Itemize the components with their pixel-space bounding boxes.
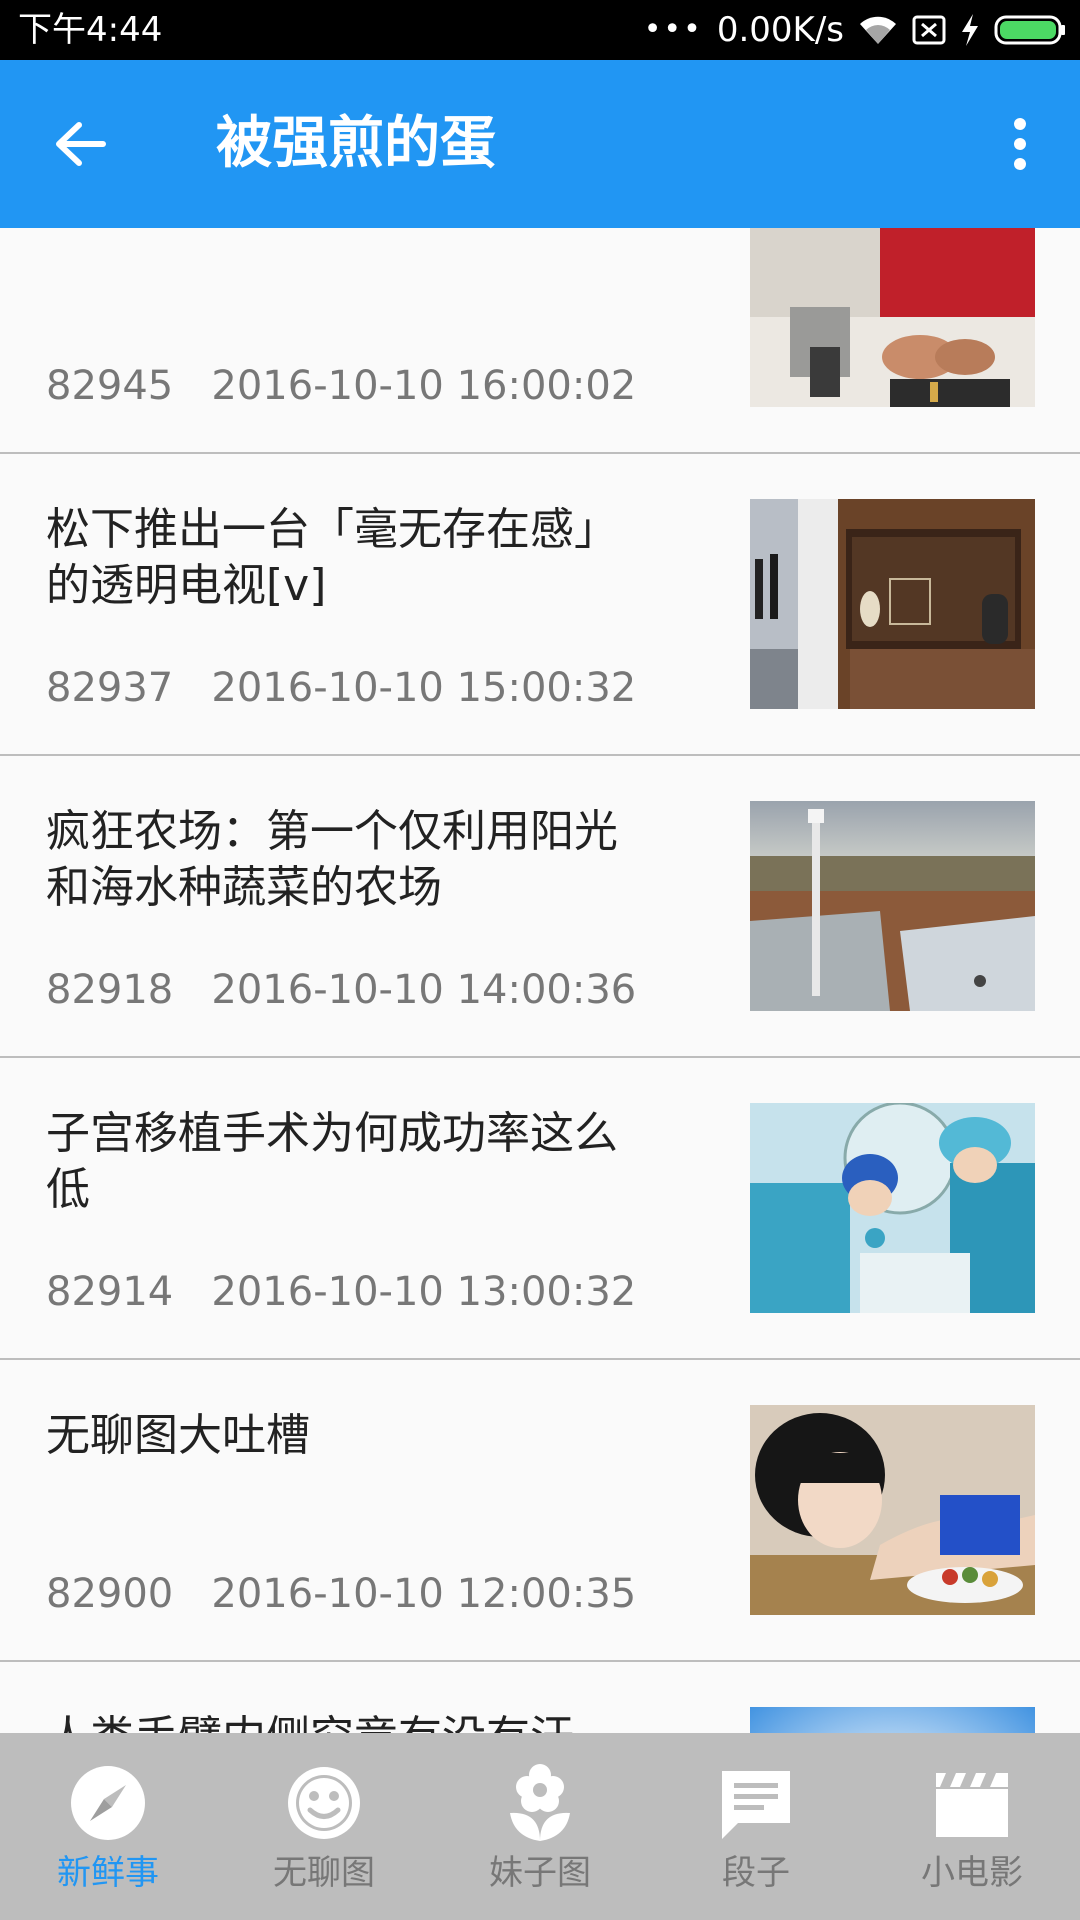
post-id: 82900 <box>46 1571 174 1617</box>
wifi-icon <box>858 14 898 46</box>
smiley-icon <box>284 1763 364 1843</box>
girl-photo <box>750 1405 1035 1615</box>
battery-icon <box>994 14 1066 46</box>
post-item[interactable]: 无聊图大吐槽 82900 2016-10-10 12:00:35 <box>0 1360 1080 1662</box>
sewing-machine-photo <box>750 228 1035 407</box>
post-meta: 82945 2016-10-10 16:00:02 <box>46 362 636 410</box>
post-datetime: 2016-10-10 14:00:36 <box>211 967 637 1013</box>
nav-label: 新鲜事 <box>57 1853 159 1893</box>
flower-icon <box>500 1763 580 1843</box>
status-bar: 下午4:44 ••• 0.00K/s <box>0 0 1080 60</box>
nav-label: 段子 <box>722 1853 790 1893</box>
status-dots: ••• <box>643 12 703 47</box>
post-title: 疯狂农场：第一个仅利用阳光和海水种蔬菜的农场 <box>46 806 618 913</box>
back-button[interactable] <box>44 108 116 180</box>
solar-farm-photo <box>750 801 1035 1011</box>
more-vert-icon <box>1014 118 1026 170</box>
post-item[interactable]: 子宫移植手术为何成功率这么低 82914 2016-10-10 13:00:32 <box>0 1058 1080 1360</box>
post-meta: 82900 2016-10-10 12:00:35 <box>46 1570 636 1618</box>
app-bar: 被强煎的蛋 <box>0 60 1080 228</box>
post-id: 82918 <box>46 967 174 1013</box>
clapperboard-icon <box>932 1763 1012 1843</box>
post-item[interactable]: 82945 2016-10-10 16:00:02 <box>0 228 1080 454</box>
status-indicators: ••• 0.00K/s <box>644 8 1066 52</box>
nav-item-jokes[interactable]: 段子 <box>648 1733 864 1920</box>
nav-item-movies[interactable]: 小电影 <box>864 1733 1080 1920</box>
no-sim-icon <box>912 14 946 46</box>
arrow-back-icon <box>56 122 106 166</box>
nav-item-boring-pics[interactable]: 无聊图 <box>216 1733 432 1920</box>
post-datetime: 2016-10-10 15:00:32 <box>211 665 637 711</box>
page-title: 被强煎的蛋 <box>216 111 496 176</box>
nav-label: 妹子图 <box>489 1853 591 1893</box>
post-id: 82937 <box>46 665 174 711</box>
status-time: 下午4:44 <box>18 10 163 50</box>
post-datetime: 2016-10-10 16:00:02 <box>211 363 637 409</box>
post-list[interactable]: 82945 2016-10-10 16:00:02 松下推出一台「毫无存在感」的… <box>0 228 1080 1733</box>
post-datetime: 2016-10-10 13:00:32 <box>211 1269 637 1315</box>
post-item[interactable]: 松下推出一台「毫无存在感」的透明电视[v] 82937 2016-10-10 1… <box>0 454 1080 756</box>
chat-icon <box>716 1763 796 1843</box>
transparent-tv-photo <box>750 499 1035 709</box>
nav-item-news[interactable]: 新鲜事 <box>0 1733 216 1920</box>
post-meta: 82914 2016-10-10 13:00:32 <box>46 1268 636 1316</box>
post-title: 松下推出一台「毫无存在感」的透明电视[v] <box>46 504 618 611</box>
post-title: 人类手臂内侧究竟有没有汗毛？ <box>46 1710 646 1733</box>
post-item[interactable]: 人类手臂内侧究竟有没有汗毛？ <box>0 1662 1080 1733</box>
compass-icon <box>68 1763 148 1843</box>
charging-icon <box>960 13 980 47</box>
overflow-menu-button[interactable] <box>984 108 1056 180</box>
nav-item-girl-pics[interactable]: 妹子图 <box>432 1733 648 1920</box>
bottom-nav: 新鲜事 无聊图 妹子图 段子 小电影 <box>0 1733 1080 1920</box>
nav-label: 小电影 <box>921 1853 1023 1893</box>
raised-fists-photo <box>750 1707 1035 1733</box>
post-id: 82914 <box>46 1269 174 1315</box>
post-item[interactable]: 疯狂农场：第一个仅利用阳光和海水种蔬菜的农场 82918 2016-10-10 … <box>0 756 1080 1058</box>
post-meta: 82918 2016-10-10 14:00:36 <box>46 966 636 1014</box>
network-speed: 0.00K/s <box>716 10 844 50</box>
post-title: 子宫移植手术为何成功率这么低 <box>46 1108 618 1215</box>
nav-label: 无聊图 <box>273 1853 375 1893</box>
post-datetime: 2016-10-10 12:00:35 <box>211 1571 637 1617</box>
post-meta: 82937 2016-10-10 15:00:32 <box>46 664 636 712</box>
post-title: 无聊图大吐槽 <box>46 1410 310 1461</box>
surgery-photo <box>750 1103 1035 1313</box>
post-id: 82945 <box>46 363 174 409</box>
